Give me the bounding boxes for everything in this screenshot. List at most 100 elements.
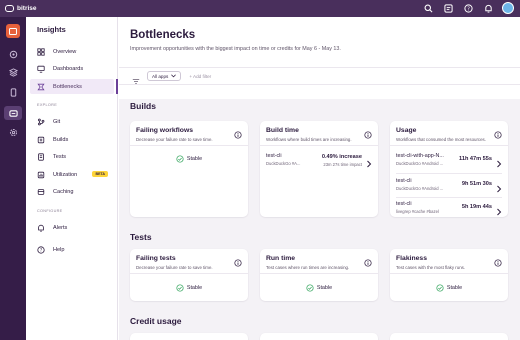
nav-item-label: Builds	[53, 136, 69, 143]
divider	[390, 145, 508, 146]
increase-value: 0.49% increase	[321, 154, 362, 160]
page-subtitle: Improvement opportunities with the bigge…	[130, 46, 341, 52]
workflow-meta: DuckDuckGo #A...	[266, 161, 301, 166]
card-description: Decrease your failure rate to save time.	[136, 137, 213, 142]
card-failing-tests[interactable]: Failing tests Decrease your failure rate…	[130, 249, 248, 301]
grid-icon	[37, 47, 45, 56]
usage-value: 9h 51m 30s	[461, 181, 492, 187]
workspace-logo-icon[interactable]	[6, 24, 20, 38]
chevron-down-icon	[171, 74, 177, 78]
info-icon[interactable]	[234, 126, 242, 139]
divider	[260, 145, 378, 146]
nav-item-label: Caching	[53, 188, 74, 195]
chevron-right-icon	[496, 155, 502, 168]
stable-status: Stable	[260, 284, 378, 292]
workflow-meta: DuckDuckGo #Android ...	[396, 161, 444, 166]
help-circle-icon[interactable]: ?	[462, 2, 474, 14]
card-flakiness[interactable]: Flakiness Test cases with the most flaky…	[390, 249, 508, 301]
divider	[396, 197, 502, 198]
list-item[interactable]: test-cli DuckDuckGo #Android ... 9h 51m …	[396, 176, 502, 196]
time-impact: 23m 27s time impact	[323, 162, 362, 167]
nav-item-label: Alerts	[53, 224, 68, 231]
devices-rail-icon[interactable]	[7, 86, 19, 98]
user-avatar[interactable]	[502, 2, 514, 14]
card-usage[interactable]: Usage Workflows that consumed the most r…	[390, 121, 508, 217]
changelog-icon[interactable]	[442, 2, 454, 14]
bitrise-logo-icon	[5, 5, 14, 12]
info-icon[interactable]	[494, 126, 502, 139]
nav-item-label: Overview	[53, 48, 77, 55]
builds-rail-icon[interactable]	[7, 66, 19, 78]
nav-section-configure: CONFIGURE	[37, 209, 63, 213]
nav-item-label: Git	[53, 118, 61, 125]
card-description: Workflows where build times are increasi…	[266, 137, 352, 142]
info-icon[interactable]	[494, 254, 502, 267]
card-credit-usage-2[interactable]	[260, 333, 378, 340]
page-header: Bottlenecks Improvement opportunities wi…	[119, 17, 520, 99]
git-icon	[38, 118, 45, 125]
status-label: Stable	[316, 285, 333, 291]
help-icon: ?	[37, 245, 45, 253]
divider	[390, 273, 508, 274]
bottleneck-icon	[37, 83, 45, 90]
brand-name: bitrise	[17, 5, 37, 12]
nav-item-dashboards[interactable]: Dashboards	[30, 61, 114, 76]
chevron-right-icon	[366, 155, 372, 168]
card-failing-workflows[interactable]: Failing workflows Decrease your failure …	[130, 121, 248, 217]
workflow-name: test-cli	[266, 153, 282, 159]
alerts-icon	[38, 224, 44, 232]
insights-nav: Insights Overview Dashboards Bottlenecks…	[26, 17, 118, 340]
card-description: Test cases where run times are increasin…	[266, 265, 350, 270]
nav-item-label: Help	[53, 246, 65, 253]
card-build-time[interactable]: Build time Workflows where build times a…	[260, 121, 378, 217]
list-item[interactable]: test-cli DuckDuckGo #A... 0.49% increase…	[266, 151, 372, 171]
add-filter-button[interactable]: + Add filter	[189, 74, 211, 79]
brand[interactable]: bitrise	[0, 5, 37, 12]
filter-icon[interactable]	[132, 72, 140, 84]
status-label: Stable	[446, 285, 463, 291]
nav-item-label: Tests	[53, 153, 67, 160]
stable-status: Stable	[390, 284, 508, 292]
beta-badge: BETA	[92, 171, 108, 177]
section-title-builds: Builds	[130, 101, 156, 111]
utilization-icon	[37, 171, 45, 178]
card-description: Workflows that consumed the most resourc…	[396, 137, 486, 142]
apps-select[interactable]: All apps	[147, 71, 182, 81]
card-credit-usage-3[interactable]	[390, 333, 508, 340]
list-item[interactable]: test-cli-with-app-N... DuckDuckGo #Andro…	[396, 151, 502, 171]
nav-item-alerts[interactable]: Alerts	[30, 220, 114, 235]
card-run-time[interactable]: Run time Test cases where run times are …	[260, 249, 378, 301]
stable-status: Stable	[130, 284, 248, 292]
nav-item-label: Bottlenecks	[53, 83, 82, 90]
nav-item-git[interactable]: Git	[30, 114, 114, 129]
settings-rail-icon[interactable]	[7, 126, 19, 138]
list-item[interactable]: test-cli livegrep #cache #bazel 5h 19m 4…	[396, 199, 502, 219]
nav-item-bottlenecks[interactable]: Bottlenecks	[30, 79, 118, 94]
info-icon[interactable]	[364, 254, 372, 267]
nav-item-help[interactable]: ? Help	[30, 242, 114, 257]
nav-item-caching[interactable]: Caching	[30, 184, 114, 199]
card-title: Flakiness	[396, 255, 427, 262]
apps-rail-icon[interactable]	[7, 48, 19, 60]
info-icon[interactable]	[234, 254, 242, 267]
card-title: Failing tests	[136, 255, 176, 262]
bell-icon[interactable]	[482, 2, 494, 14]
nav-item-builds[interactable]: Builds	[30, 132, 114, 147]
nav-item-label: Dashboards	[53, 65, 84, 72]
card-credit-usage-1[interactable]	[130, 333, 248, 340]
chevron-right-icon	[496, 203, 502, 216]
check-circle-icon	[436, 284, 444, 292]
filter-bar: All apps + Add filter	[119, 67, 520, 85]
nav-item-tests[interactable]: Tests	[30, 149, 114, 164]
divider	[396, 173, 502, 174]
search-icon[interactable]	[422, 2, 434, 14]
card-description: Test cases with the most flaky runs.	[396, 265, 466, 270]
card-title: Failing workflows	[136, 127, 194, 134]
insights-rail-icon[interactable]	[4, 106, 22, 120]
info-icon[interactable]	[364, 126, 372, 139]
nav-item-overview[interactable]: Overview	[30, 44, 114, 59]
workflow-name: test-cli-with-app-N...	[396, 153, 444, 159]
nav-item-utilization[interactable]: Utilization BETA	[30, 167, 114, 182]
top-bar: bitrise ?	[0, 0, 520, 17]
check-circle-icon	[176, 155, 184, 163]
